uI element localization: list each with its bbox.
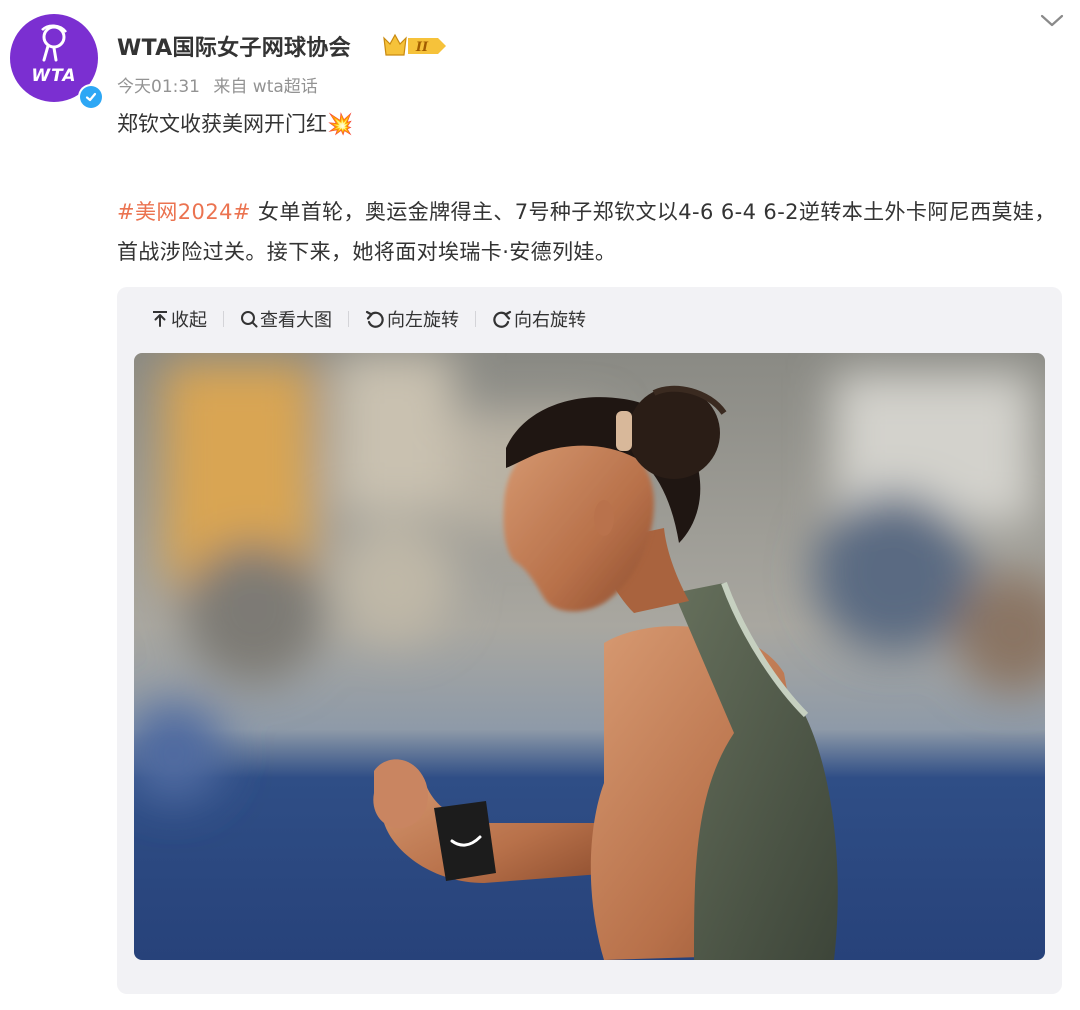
avatar[interactable]: WTA [10, 14, 104, 110]
crown-badge-icon[interactable]: II [382, 33, 448, 59]
view-large-button[interactable]: 查看大图 [240, 306, 332, 332]
magnifier-icon [241, 311, 258, 328]
toolbar-divider [223, 311, 224, 327]
rotate-right-icon [493, 310, 512, 328]
rotate-left-icon [365, 310, 384, 328]
headline-text: 郑钦文收获美网开门红 [117, 112, 327, 136]
collapse-up-arrow-icon [153, 311, 167, 327]
badge-roman-text: II [415, 40, 429, 55]
collapse-label: 收起 [171, 310, 207, 331]
post-body-text: 女单首轮，奥运金牌得主、7号种子郑钦文以4-6 6-4 6-2逆转本土外卡阿尼西… [117, 200, 1056, 264]
post-source[interactable]: 来自 wta超话 [213, 77, 317, 97]
collapse-button[interactable]: 收起 [151, 306, 207, 332]
post-meta: 今天01:31 来自 wta超话 [117, 72, 326, 97]
rotate-right-button[interactable]: 向右旋转 [492, 306, 586, 332]
hashtag-link[interactable]: #美网2024# [117, 200, 251, 224]
toolbar-divider [475, 311, 476, 327]
rotate-left-label: 向左旋转 [387, 310, 459, 331]
post-headline: 郑钦文收获美网开门红💥 [117, 108, 353, 138]
rotate-left-button[interactable]: 向左旋转 [365, 306, 459, 332]
collision-emoji-icon: 💥 [327, 112, 354, 136]
post-photo[interactable] [134, 353, 1045, 960]
tennis-player-photo [134, 353, 1045, 960]
media-card: 收起 查看大图 向左旋转 向右旋转 [117, 287, 1062, 994]
chevron-down-icon[interactable] [1039, 10, 1065, 30]
view-large-label: 查看大图 [260, 310, 332, 331]
tennis-player-logo-icon [41, 24, 67, 62]
post-time[interactable]: 今天01:31 [117, 77, 200, 97]
post-body: #美网2024# 女单首轮，奥运金牌得主、7号种子郑钦文以4-6 6-4 6-2… [117, 192, 1067, 272]
rotate-right-label: 向右旋转 [514, 310, 586, 331]
author-name[interactable]: WTA国际女子网球协会 [117, 30, 351, 62]
verified-check-icon [85, 92, 97, 102]
toolbar-divider [348, 311, 349, 327]
media-toolbar: 收起 查看大图 向左旋转 向右旋转 [151, 305, 586, 333]
avatar-logo-text: WTA [31, 66, 77, 86]
verified-badge [78, 84, 104, 110]
